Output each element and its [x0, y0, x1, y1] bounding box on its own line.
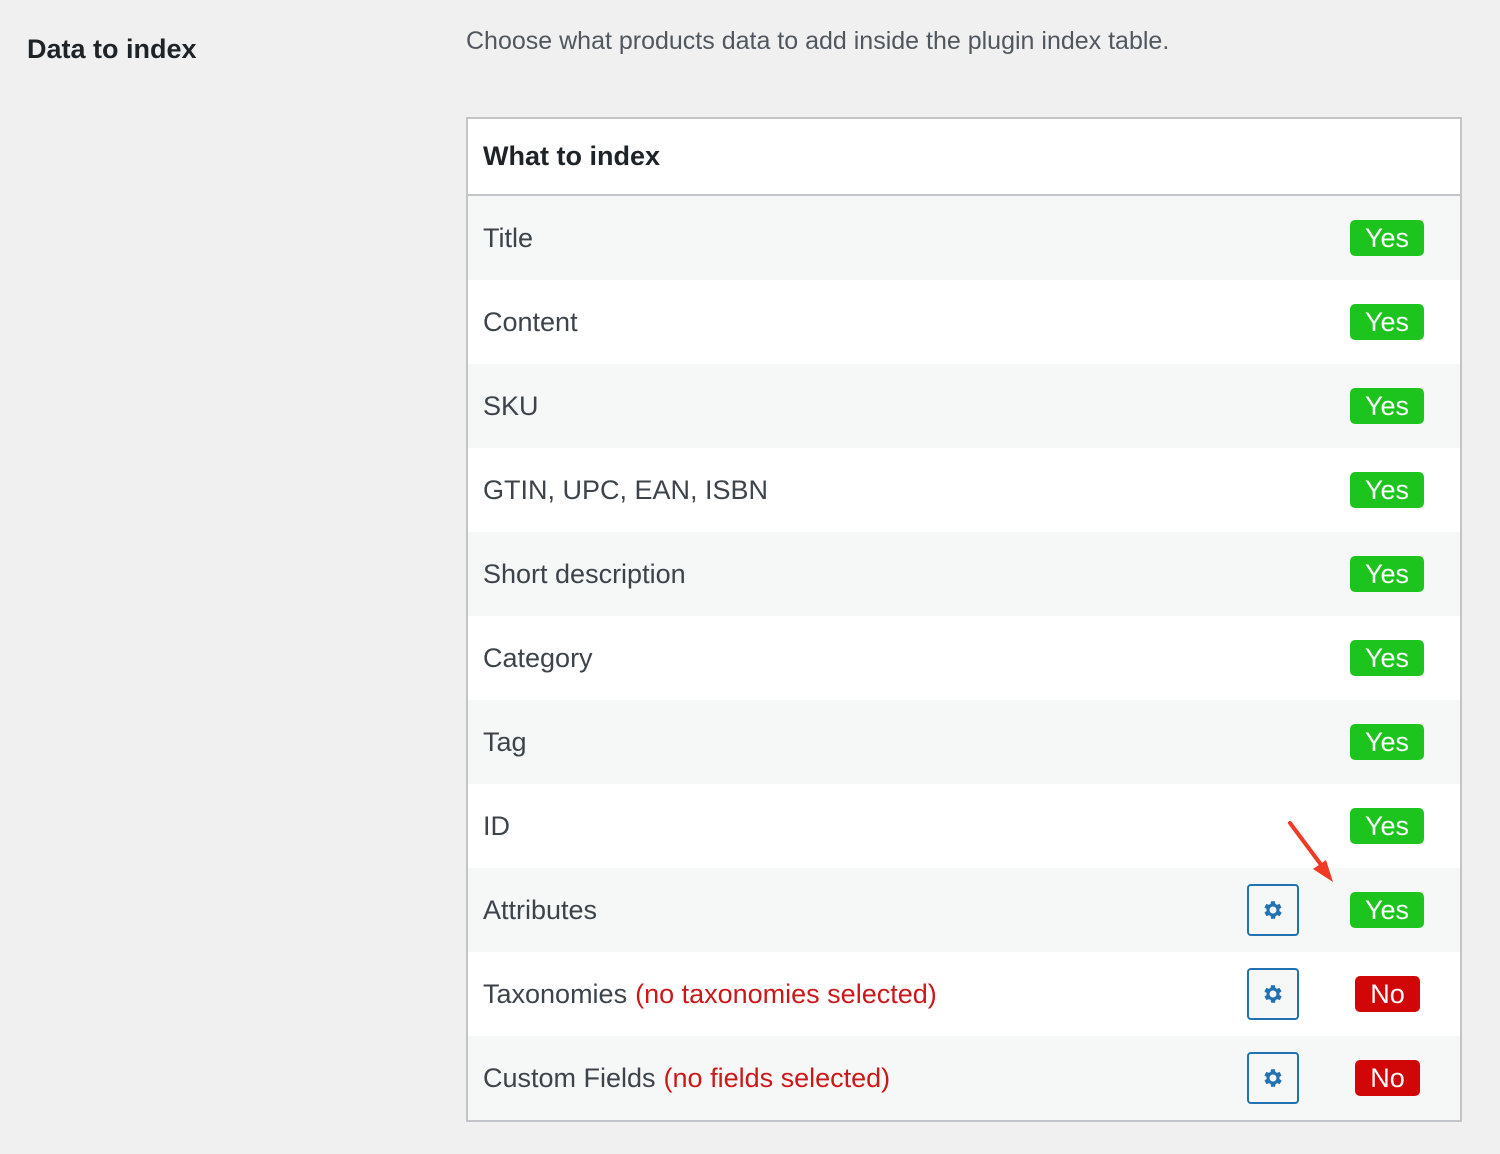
row-label: Short description [483, 558, 686, 589]
settings-button[interactable] [1247, 884, 1299, 936]
table-row-custom-fields: Custom Fields (no fields selected) No [468, 1036, 1460, 1120]
row-label: SKU [483, 390, 539, 421]
table-header: What to index [468, 119, 1460, 196]
row-label: Title [483, 222, 534, 253]
status-badge[interactable]: No [1355, 976, 1420, 1012]
table-row-sku: SKU Yes [468, 364, 1460, 448]
status-badge[interactable]: Yes [1350, 220, 1424, 256]
status-badge[interactable]: Yes [1350, 640, 1424, 676]
table-body: Title Yes Content Yes SKU Yes GTIN, UPC, EAN, … [468, 196, 1460, 1120]
row-label: Tag [483, 726, 527, 757]
status-badge[interactable]: No [1355, 1060, 1420, 1096]
what-to-index-table: What to index Title Yes Content Yes SKU Yes GT… [466, 117, 1462, 1122]
status-badge[interactable]: Yes [1350, 892, 1424, 928]
settings-button[interactable] [1247, 1052, 1299, 1104]
gear-icon [1261, 982, 1285, 1006]
table-row-taxonomies: Taxonomies (no taxonomies selected) No [468, 952, 1460, 1036]
settings-button[interactable] [1247, 968, 1299, 1020]
row-label: Content [483, 306, 578, 337]
table-row-gtin-upc-ean-isbn: GTIN, UPC, EAN, ISBN Yes [468, 448, 1460, 532]
status-badge[interactable]: Yes [1350, 556, 1424, 592]
row-label: Custom Fields [483, 1062, 656, 1093]
status-badge[interactable]: Yes [1350, 472, 1424, 508]
row-label: Taxonomies [483, 978, 628, 1009]
gear-icon [1261, 898, 1285, 922]
table-row-title: Title Yes [468, 196, 1460, 280]
gear-icon [1261, 1066, 1285, 1090]
row-note: (no taxonomies selected) [635, 978, 937, 1009]
row-label: Attributes [483, 894, 598, 925]
section-label: Data to index [27, 34, 197, 64]
status-badge[interactable]: Yes [1350, 808, 1424, 844]
table-row-tag: Tag Yes [468, 700, 1460, 784]
row-label: Category [483, 642, 593, 673]
table-row-short-description: Short description Yes [468, 532, 1460, 616]
table-row-attributes: Attributes Yes [468, 868, 1460, 952]
row-label: GTIN, UPC, EAN, ISBN [483, 474, 769, 505]
section-description: Choose what products data to add inside … [466, 27, 1170, 55]
status-badge[interactable]: Yes [1350, 724, 1424, 760]
table-row-content: Content Yes [468, 280, 1460, 364]
status-badge[interactable]: Yes [1350, 304, 1424, 340]
table-row-category: Category Yes [468, 616, 1460, 700]
row-note: (no fields selected) [663, 1062, 891, 1093]
table-row-id: ID Yes [468, 784, 1460, 868]
status-badge[interactable]: Yes [1350, 388, 1424, 424]
row-label: ID [483, 810, 510, 841]
